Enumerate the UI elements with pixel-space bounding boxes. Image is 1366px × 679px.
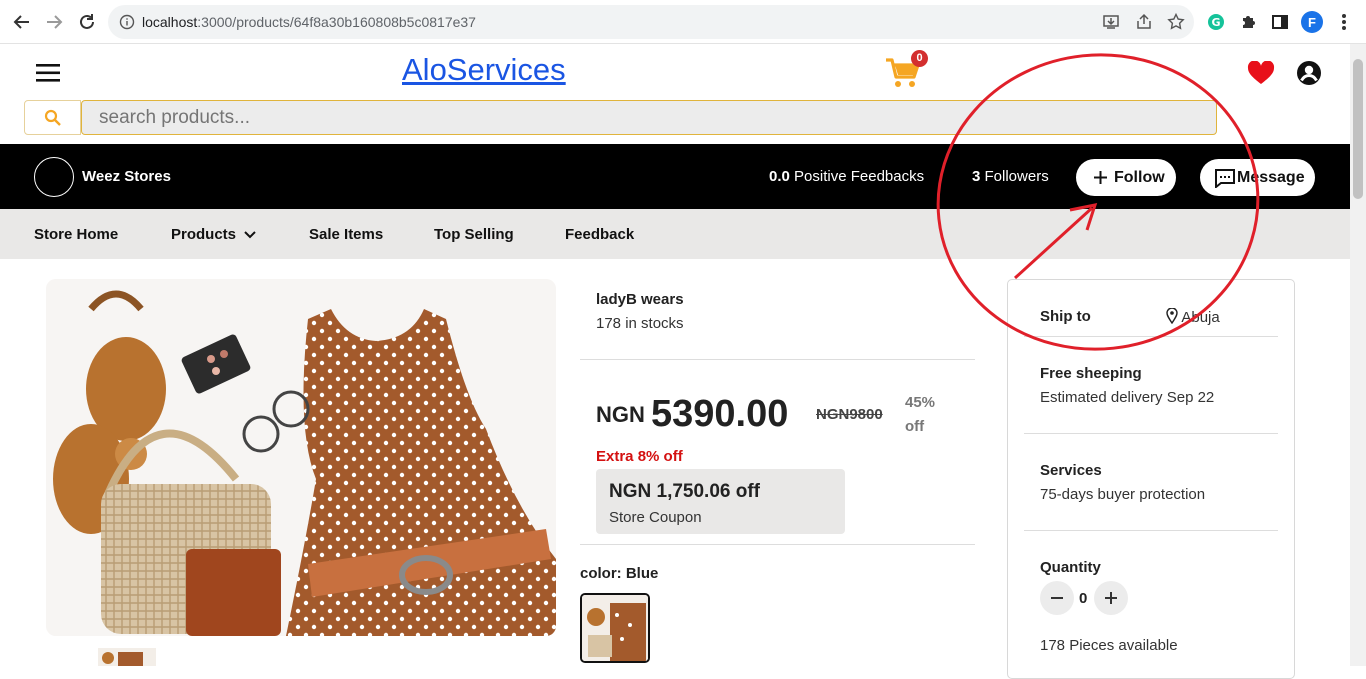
followers-count: 3 Followers <box>972 168 1049 185</box>
store-subnav: Store Home Products Sale Items Top Selli… <box>0 209 1350 259</box>
info-icon[interactable] <box>119 14 135 30</box>
install-icon[interactable] <box>1102 13 1120 31</box>
store-avatar[interactable] <box>34 157 74 197</box>
shipping-panel <box>1007 279 1295 679</box>
follow-button[interactable]: Follow <box>1076 159 1176 196</box>
plus-icon <box>1105 592 1117 604</box>
color-label: color: Blue <box>580 565 659 582</box>
discount-off: off <box>905 418 925 435</box>
grammarly-icon[interactable]: G <box>1205 11 1227 33</box>
services-title: Services <box>1040 462 1102 479</box>
current-price: 5390.00 <box>651 393 789 435</box>
quantity-decrease-button[interactable] <box>1040 581 1074 615</box>
divider <box>580 359 975 360</box>
ship-to-label: Ship to <box>1040 308 1091 325</box>
nav-feedback[interactable]: Feedback <box>565 226 634 243</box>
store-bar: Weez Stores 0.0 Positive Feedbacks 3 Fol… <box>0 144 1350 209</box>
page-scrollbar[interactable] <box>1350 44 1366 666</box>
divider <box>580 544 975 545</box>
location-pin-icon <box>1166 307 1178 325</box>
svg-text:G: G <box>1211 16 1220 29</box>
divider <box>1024 530 1278 531</box>
site-logo[interactable]: AloServices <box>402 52 566 88</box>
search-icon <box>44 109 61 126</box>
chat-icon <box>1215 168 1235 188</box>
product-main-image[interactable] <box>46 279 556 636</box>
cart-count-badge: 0 <box>911 50 928 67</box>
reload-icon[interactable] <box>75 10 99 34</box>
ship-to-location[interactable]: Abuja <box>1166 307 1220 326</box>
plus-icon <box>1094 171 1107 184</box>
menu-kebab-icon[interactable] <box>1333 11 1355 33</box>
divider <box>1024 336 1278 337</box>
extra-discount: Extra 8% off <box>596 448 683 465</box>
minus-icon <box>1051 597 1063 599</box>
search-button[interactable] <box>24 100 81 135</box>
free-shipping-title: Free sheeping <box>1040 365 1142 382</box>
back-icon[interactable] <box>10 10 34 34</box>
scroll-thumb[interactable] <box>1353 59 1363 199</box>
search-bar <box>24 100 1217 135</box>
nav-store-home[interactable]: Store Home <box>34 226 118 243</box>
message-button[interactable]: Message <box>1200 159 1315 196</box>
browser-toolbar: localhost:3000/products/64f8a30b160808b5… <box>0 0 1366 44</box>
price-currency: NGN <box>596 402 645 427</box>
stock-count: 178 in stocks <box>596 315 684 332</box>
url-text[interactable]: localhost:3000/products/64f8a30b160808b5… <box>142 14 476 30</box>
bookmark-star-icon[interactable] <box>1167 13 1185 31</box>
chevron-down-icon <box>244 231 256 239</box>
address-bar[interactable]: localhost:3000/products/64f8a30b160808b5… <box>108 5 1194 39</box>
nav-top-selling[interactable]: Top Selling <box>434 226 514 243</box>
nav-sale-items[interactable]: Sale Items <box>309 226 383 243</box>
hamburger-menu-icon[interactable] <box>36 64 60 82</box>
search-input[interactable] <box>81 100 1217 135</box>
color-swatch[interactable] <box>580 593 650 663</box>
discount-percent: 45% <box>905 394 936 411</box>
services-description: 75-days buyer protection <box>1040 486 1206 503</box>
forward-icon[interactable] <box>42 10 66 34</box>
pieces-available: 178 Pieces available <box>1040 637 1178 654</box>
product-thumbnail[interactable] <box>98 648 156 666</box>
profile-avatar[interactable]: F <box>1301 11 1323 33</box>
extensions-icon[interactable] <box>1237 11 1259 33</box>
coupon-label: Store Coupon <box>609 509 702 526</box>
wishlist-heart-icon[interactable] <box>1247 61 1275 85</box>
seller-name[interactable]: ladyB wears <box>596 291 684 308</box>
positive-feedbacks: 0.0 Positive Feedbacks <box>769 168 925 185</box>
coupon-amount: NGN 1,750.06 off <box>609 481 760 502</box>
store-name[interactable]: Weez Stores <box>82 168 171 185</box>
old-price: NGN9800 <box>816 406 883 423</box>
store-coupon[interactable]: NGN 1,750.06 off Store Coupon <box>596 469 845 534</box>
divider <box>1024 433 1278 434</box>
estimated-delivery: Estimated delivery Sep 22 <box>1040 389 1215 406</box>
quantity-title: Quantity <box>1040 559 1101 576</box>
nav-products[interactable]: Products <box>171 226 256 243</box>
quantity-value[interactable]: 0 <box>1079 590 1087 607</box>
share-icon[interactable] <box>1135 13 1153 31</box>
quantity-increase-button[interactable] <box>1094 581 1128 615</box>
account-icon[interactable] <box>1296 60 1322 86</box>
side-panel-icon[interactable] <box>1269 11 1291 33</box>
